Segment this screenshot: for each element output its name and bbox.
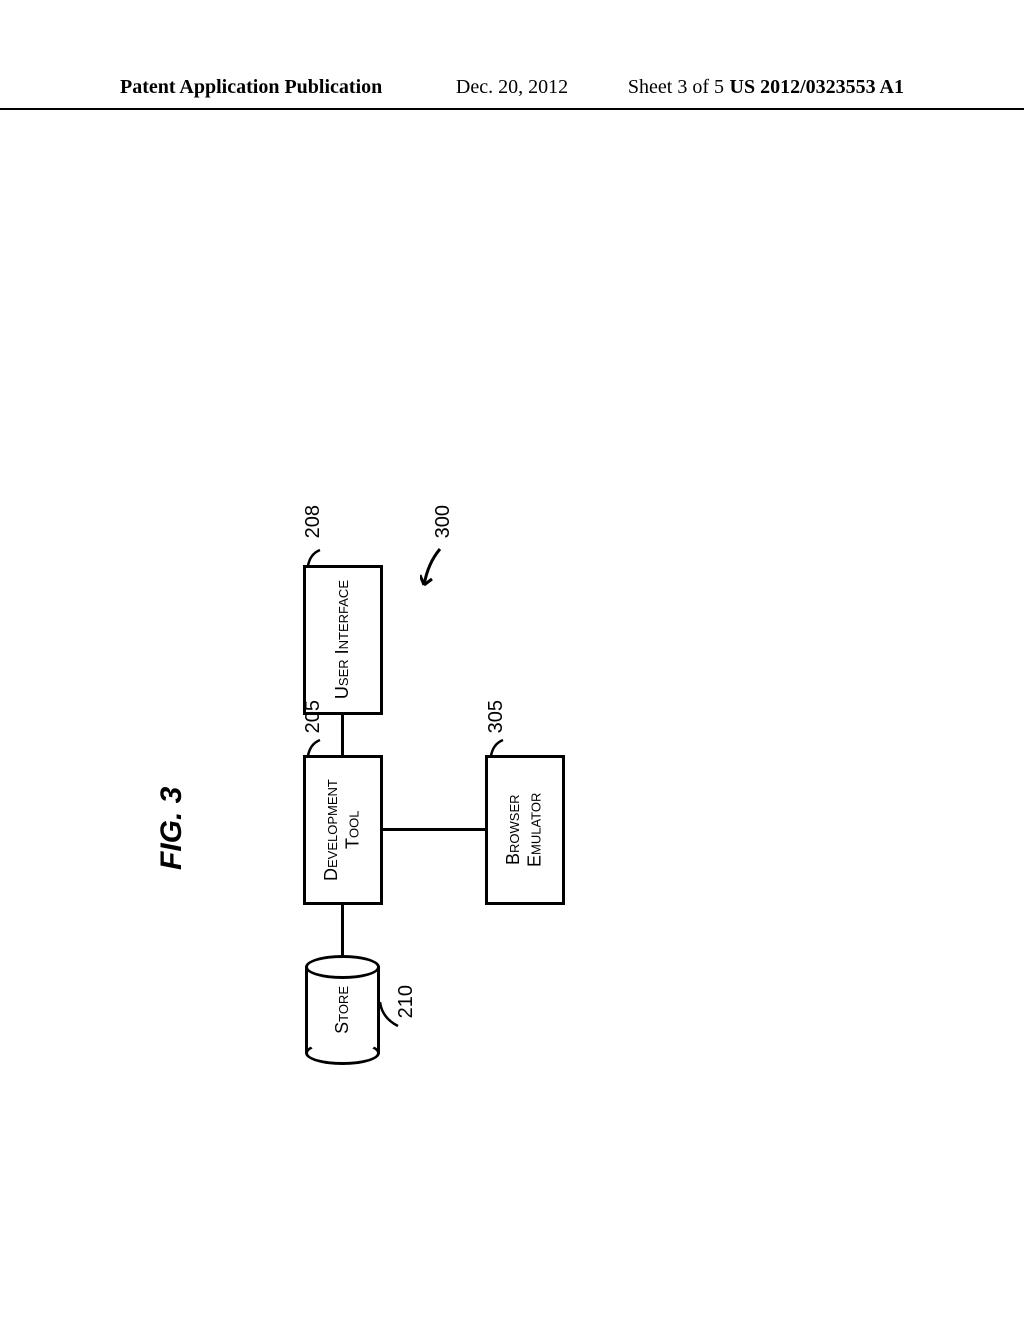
- ref-205: 205: [302, 700, 325, 733]
- browser-emulator-label: Browser Emulator: [503, 758, 546, 902]
- ref-305: 305: [485, 700, 508, 733]
- development-tool-label: Development Tool: [321, 758, 364, 902]
- lead-305: [489, 738, 509, 758]
- development-tool-block: Development Tool: [303, 755, 383, 905]
- connector-dev-be: [383, 828, 485, 831]
- ref-208: 208: [302, 505, 325, 538]
- lead-208: [306, 548, 326, 568]
- connector-ui-dev: [341, 715, 344, 755]
- ref-300: 300: [432, 505, 455, 538]
- user-interface-block: User Interface: [303, 565, 383, 715]
- connector-dev-store: [341, 905, 344, 957]
- figure-diagram: User Interface 208 Development Tool 205 …: [0, 0, 1024, 1320]
- user-interface-label: User Interface: [332, 580, 354, 699]
- lead-205: [306, 738, 326, 758]
- store-label: Store: [332, 986, 353, 1034]
- lead-210: [378, 1000, 402, 1030]
- browser-emulator-block: Browser Emulator: [485, 755, 565, 905]
- store-block: Store: [305, 955, 380, 1065]
- lead-300-arrow: [420, 545, 460, 595]
